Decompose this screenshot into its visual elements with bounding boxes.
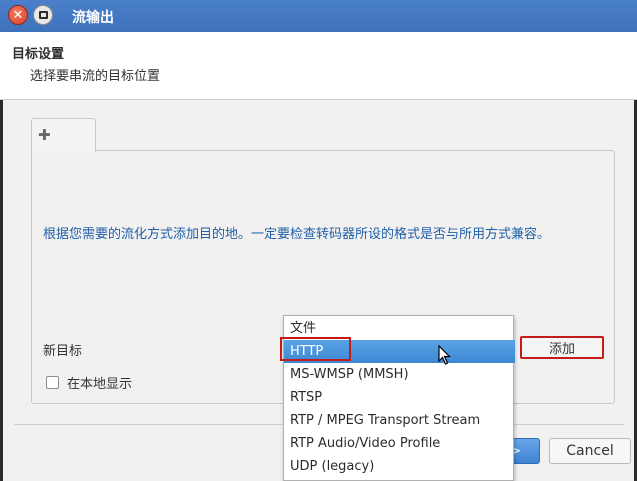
dropdown-option-rtsp[interactable]: RTSP — [284, 386, 515, 409]
wizard-header: 目标设置 选择要串流的目标位置 — [0, 32, 637, 100]
add-button[interactable]: 添加 — [520, 336, 604, 359]
page-title: 目标设置 — [12, 47, 65, 62]
local-display-checkbox[interactable] — [46, 376, 59, 389]
close-icon: ✕ — [12, 7, 24, 23]
destination-description: 根据您需要的流化方式添加目的地。一定要检查转码器所设的格式是否与所用方式兼容。 — [43, 227, 551, 242]
plus-icon: ✚ — [38, 126, 51, 144]
close-window-button[interactable]: ✕ — [8, 5, 28, 25]
title-bar: ✕ 流输出 — [0, 0, 637, 32]
mouse-cursor-icon — [438, 345, 451, 365]
dropdown-option-rtp-ts[interactable]: RTP / MPEG Transport Stream — [284, 409, 515, 432]
maximize-icon — [38, 11, 48, 19]
dropdown-option-mmsh[interactable]: MS-WMSP (MMSH) — [284, 363, 515, 386]
dropdown-option-udp[interactable]: UDP (legacy) — [284, 455, 515, 478]
tab-add-destination[interactable]: ✚ — [31, 118, 96, 152]
local-display-label: 在本地显示 — [67, 377, 133, 392]
local-display-row[interactable]: 在本地显示 — [46, 373, 132, 392]
selection-highlight-box — [280, 337, 351, 361]
window-title: 流输出 — [72, 10, 114, 26]
maximize-window-button[interactable] — [33, 5, 53, 25]
dropdown-option-rtp-av[interactable]: RTP Audio/Video Profile — [284, 432, 515, 455]
page-subtitle: 选择要串流的目标位置 — [30, 69, 161, 84]
new-target-label: 新目标 — [43, 344, 83, 359]
cancel-button[interactable]: Cancel — [549, 438, 631, 464]
